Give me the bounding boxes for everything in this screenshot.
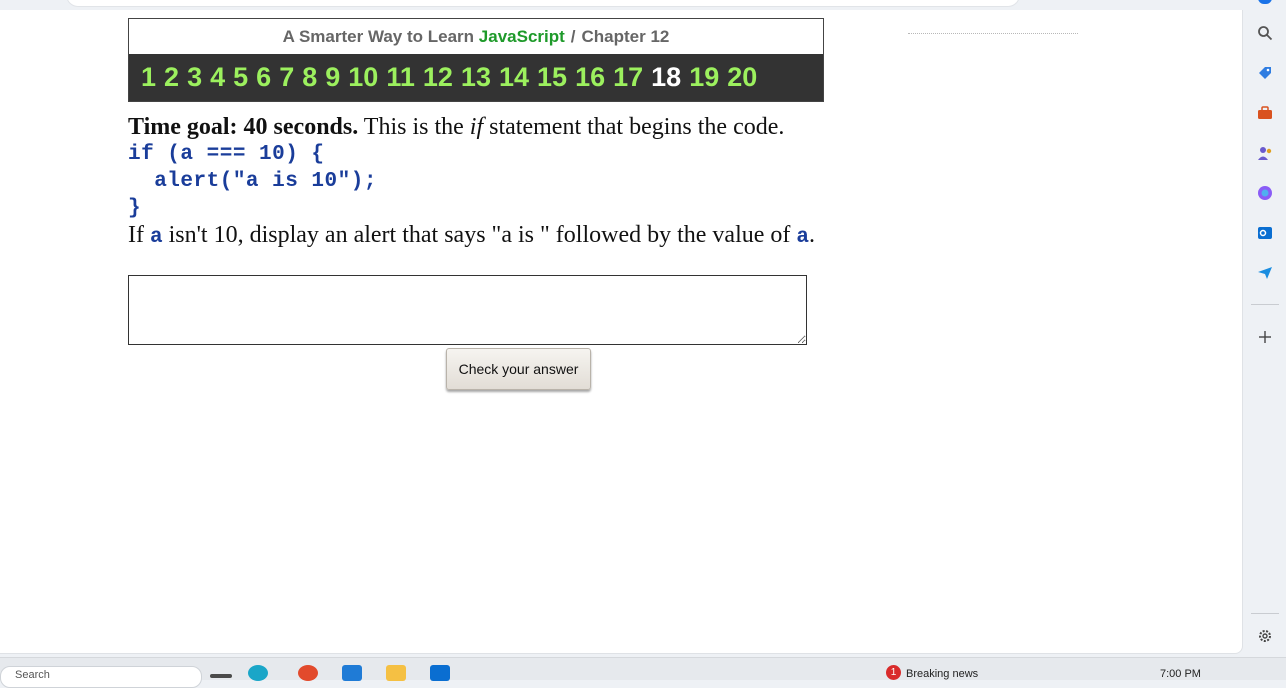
exercise-link-20[interactable]: 20 [727, 62, 757, 93]
exercise-intro: Time goal: 40 seconds. This is the if st… [128, 114, 784, 141]
code-line-2: alert("a is 10"); [128, 170, 377, 193]
time-goal: Time goal: 40 seconds. [128, 114, 359, 140]
page-content: A Smarter Way to Learn JavaScript / Chapte… [0, 10, 1243, 654]
exercise-link-8[interactable]: 8 [302, 62, 317, 93]
exercise-link-6[interactable]: 6 [256, 62, 271, 93]
search-icon[interactable] [1256, 24, 1274, 42]
people-icon[interactable] [1256, 144, 1274, 162]
exercise-nav: 1 2 3 4 5 6 7 8 9 10 11 12 13 14 15 16 17 18 19 20 [129, 54, 823, 101]
answer-textarea[interactable] [128, 275, 807, 345]
exercise-link-7[interactable]: 7 [279, 62, 294, 93]
plus-icon[interactable] [1256, 328, 1274, 346]
exercise-link-10[interactable]: 10 [348, 62, 378, 93]
code-line-1: if (a === 10) { [128, 143, 325, 166]
book-header: A Smarter Way to Learn JavaScript / Chapte… [128, 18, 824, 102]
exercise-link-18[interactable]: 18 [651, 62, 681, 93]
exercise-link-4[interactable]: 4 [210, 62, 225, 93]
sidebar-divider [1251, 304, 1279, 305]
task-post: . [809, 222, 815, 248]
briefcase-icon[interactable] [1256, 104, 1274, 122]
browser-tab-edge[interactable] [1258, 0, 1272, 4]
exercise-link-12[interactable]: 12 [423, 62, 453, 93]
taskbar: Search 1 Breaking news 7:00 PM [0, 657, 1286, 688]
breaking-news-label[interactable]: Breaking news [906, 668, 978, 680]
intro-emphasis: if [469, 114, 484, 140]
title-separator: / [570, 27, 576, 46]
intro-text-pre: This is the [358, 114, 470, 140]
exercise-link-15[interactable]: 15 [537, 62, 567, 93]
taskbar-search[interactable]: Search [0, 666, 202, 688]
book-title: A Smarter Way to Learn JavaScript / Chapte… [129, 19, 823, 52]
task-instructions: If a isn't 10, display an alert that say… [128, 222, 815, 249]
tag-icon[interactable] [1256, 64, 1274, 82]
exercise-link-2[interactable]: 2 [164, 62, 179, 93]
intro-text-post: statement that begins the code. [483, 114, 785, 140]
exercise-link-1[interactable]: 1 [141, 62, 156, 93]
browser-sidebar [1244, 10, 1286, 653]
gear-icon[interactable] [1256, 627, 1274, 645]
sidebar-divider-bottom [1251, 613, 1279, 614]
code-line-3: } [128, 197, 142, 220]
exercise-link-3[interactable]: 3 [187, 62, 202, 93]
exercise-link-9[interactable]: 9 [325, 62, 340, 93]
task-var-1: a [149, 226, 163, 249]
news-badge: 1 [886, 665, 901, 680]
taskbar-search-placeholder: Search [15, 669, 50, 681]
copilot-icon[interactable] [1256, 184, 1274, 202]
task-var-2: a [796, 226, 809, 249]
exercise-link-16[interactable]: 16 [575, 62, 605, 93]
address-bar-edge[interactable] [66, 0, 1020, 7]
exercise-link-13[interactable]: 13 [461, 62, 491, 93]
title-chapter: Chapter 12 [581, 27, 670, 46]
exercise-link-5[interactable]: 5 [233, 62, 248, 93]
task-mid: isn't 10, display an alert that says "a … [162, 222, 797, 248]
exercise-link-14[interactable]: 14 [499, 62, 529, 93]
exercise-link-19[interactable]: 19 [689, 62, 719, 93]
title-prefix: A Smarter Way to Learn [282, 27, 479, 46]
taskbar-clock[interactable]: 7:00 PM [1160, 668, 1201, 680]
outlook-icon[interactable] [1256, 224, 1274, 242]
browser-top-strip [0, 0, 1286, 10]
title-highlight: JavaScript [478, 27, 565, 46]
check-answer-button[interactable]: Check your answer [446, 348, 591, 390]
send-icon[interactable] [1256, 264, 1274, 282]
exercise-link-17[interactable]: 17 [613, 62, 643, 93]
task-view-icon[interactable] [210, 674, 232, 678]
exercise-link-11[interactable]: 11 [386, 62, 415, 93]
dotted-divider [908, 33, 1078, 36]
task-pre: If [128, 222, 150, 248]
